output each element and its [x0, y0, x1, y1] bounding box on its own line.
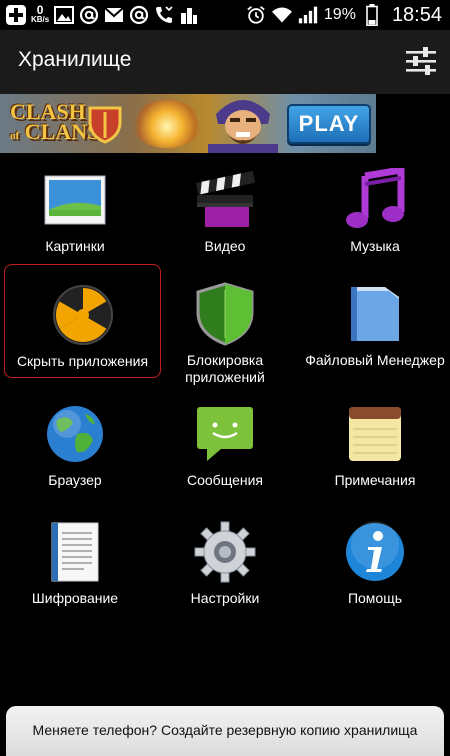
missed-call-icon — [154, 5, 174, 25]
grid-item-settings[interactable]: Настройки — [150, 520, 300, 607]
grid-item-notes[interactable]: Примечания — [300, 402, 450, 489]
ad-wizard-character — [208, 100, 278, 153]
globe-icon — [43, 402, 107, 466]
notepad-icon — [343, 402, 407, 466]
grid-item-browser[interactable]: Браузер — [0, 402, 150, 489]
ad-logo-of: of — [10, 130, 20, 142]
sliders-icon — [406, 47, 436, 75]
grid-item-help[interactable]: Помощь — [300, 520, 450, 607]
backup-banner-text: Меняете телефон? Создайте резервную копи… — [32, 722, 418, 738]
grid-item-label: Скрыть приложения — [16, 353, 149, 369]
ad-fire-graphic — [132, 100, 202, 148]
clock: 18:54 — [391, 3, 442, 26]
grid-item-video[interactable]: Видео — [150, 168, 300, 255]
grid-item-messages[interactable]: Сообщения — [150, 402, 300, 489]
music-icon — [343, 168, 407, 232]
grid-item-label: Сообщения — [187, 472, 263, 488]
at-icon — [129, 5, 149, 25]
grid-item-label: Музыка — [350, 238, 400, 254]
network-speed-value: 0 — [36, 3, 44, 17]
signal-icon — [298, 5, 318, 25]
folder-icon — [343, 282, 407, 346]
page-title: Хранилище — [18, 48, 132, 71]
grid-item-file-manager[interactable]: Файловый Менеджер — [300, 282, 450, 369]
info-icon — [343, 520, 407, 584]
grid-item-music[interactable]: Музыка — [300, 168, 450, 255]
wifi-icon — [271, 5, 292, 25]
grid-item-encryption[interactable]: Шифрование — [0, 520, 150, 607]
ad-shield-icon — [88, 106, 122, 144]
app-bar: Хранилище — [0, 30, 450, 94]
status-bar: 0 KB/s 19% 18:54 — [0, 0, 450, 30]
radiation-icon — [51, 283, 115, 347]
at-icon — [79, 5, 99, 25]
network-speed-unit: KB/s — [31, 15, 50, 24]
gear-icon — [193, 520, 257, 584]
grid-item-label: Помощь — [347, 590, 403, 606]
backup-banner[interactable]: Меняете телефон? Создайте резервную копи… — [6, 706, 444, 756]
ad-play-button[interactable]: PLAY — [287, 104, 371, 144]
grid-item-pictures[interactable]: Картинки — [0, 168, 150, 255]
ad-banner[interactable]: CLASH of CLANS PLAY — [0, 94, 376, 153]
building-icon — [179, 5, 199, 25]
grid-item-label: Настройки — [190, 590, 260, 606]
grid-item-label: Блокировка приложений — [185, 352, 265, 385]
network-speed-indicator: 0 KB/s — [31, 3, 50, 24]
pictures-icon — [43, 168, 107, 232]
grid-item-label: Браузер — [48, 472, 102, 488]
grid-item-label: Файловый Менеджер — [305, 352, 445, 368]
settings-sliders-button[interactable] — [404, 44, 438, 78]
grid-item-label: Картинки — [45, 238, 105, 254]
battery-percent: 19% — [323, 6, 356, 23]
grid-item-hide-apps[interactable]: Скрыть приложения — [4, 264, 161, 378]
grid-item-label: Видео — [204, 238, 246, 254]
grid-item-label: Примечания — [334, 472, 416, 488]
shield-icon — [193, 282, 257, 346]
ad-game-logo: CLASH of CLANS — [10, 101, 99, 146]
image-icon — [54, 5, 75, 25]
grid-item-app-lock[interactable]: Блокировка приложений — [150, 282, 300, 386]
plus-notification-icon — [6, 5, 26, 25]
battery-icon — [362, 4, 382, 26]
grid-item-label: Шифрование — [31, 590, 119, 606]
mail-icon — [104, 5, 124, 25]
video-icon — [193, 168, 257, 232]
alarm-icon — [246, 5, 266, 25]
message-icon — [193, 402, 257, 466]
document-icon — [43, 520, 107, 584]
